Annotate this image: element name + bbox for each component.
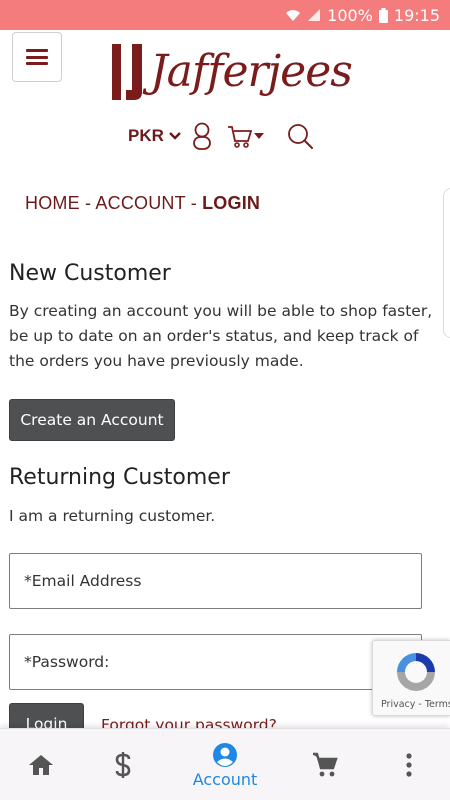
new-customer-description: By creating an account you will be able …	[9, 302, 433, 370]
account-icon	[213, 742, 237, 767]
currency-selector[interactable]: PKR	[128, 126, 182, 146]
nav-account-label: Account	[192, 769, 258, 789]
home-icon	[29, 755, 53, 775]
bottom-navigation: Account	[0, 728, 450, 800]
user-icon[interactable]	[191, 122, 213, 150]
clock: 19:15	[393, 5, 440, 25]
returning-customer-heading: Returning Customer	[9, 465, 230, 490]
currency-label: PKR	[128, 126, 164, 145]
wifi-icon	[285, 8, 301, 22]
nav-cart[interactable]	[302, 729, 348, 800]
logo-text: Jafferjees	[150, 46, 353, 97]
new-customer-heading: New Customer	[9, 261, 171, 286]
password-field[interactable]: *Password:	[9, 634, 422, 690]
chevron-down-icon	[169, 132, 181, 140]
recaptcha-icon	[397, 653, 435, 691]
nav-currency[interactable]	[100, 729, 146, 800]
dollar-icon	[115, 752, 131, 778]
email-field[interactable]: *Email Address	[9, 553, 422, 609]
battery-icon	[378, 7, 388, 23]
site-header: Jafferjees	[0, 30, 450, 110]
logo-mark-icon	[112, 44, 142, 100]
caret-down-icon	[254, 133, 264, 139]
returning-customer-description: I am a returning customer.	[9, 507, 216, 525]
recaptcha-badge[interactable]: Privacy - Terms	[372, 640, 450, 716]
more-vertical-icon	[406, 753, 412, 777]
cart-icon	[313, 752, 338, 777]
recaptcha-links[interactable]: Privacy - Terms	[381, 699, 450, 710]
hamburger-icon	[26, 49, 48, 65]
cart-dropdown[interactable]	[226, 122, 264, 150]
password-placeholder: *Password:	[24, 653, 110, 671]
breadcrumb-home[interactable]: HOME	[25, 193, 80, 213]
side-panel-handle[interactable]	[443, 188, 450, 338]
cart-icon	[228, 126, 253, 148]
nav-more[interactable]	[386, 729, 432, 800]
search-icon[interactable]	[286, 122, 314, 150]
breadcrumb: HOME - ACCOUNT - LOGIN	[25, 193, 260, 214]
nav-account[interactable]: Account	[185, 729, 265, 800]
email-placeholder: *Email Address	[24, 572, 142, 590]
logo[interactable]: Jafferjees	[110, 40, 353, 104]
breadcrumb-separator: -	[190, 193, 203, 213]
battery-percent: 100%	[327, 5, 373, 25]
breadcrumb-current: LOGIN	[202, 193, 261, 213]
signal-icon	[307, 8, 321, 22]
breadcrumb-separator: -	[85, 193, 96, 213]
create-account-button[interactable]: Create an Account	[9, 399, 175, 441]
status-bar: 100% 19:15	[0, 0, 450, 30]
nav-home[interactable]	[18, 729, 64, 800]
breadcrumb-account[interactable]: ACCOUNT	[95, 193, 185, 213]
menu-button[interactable]	[12, 32, 62, 82]
header-toolbar: PKR	[0, 120, 450, 154]
